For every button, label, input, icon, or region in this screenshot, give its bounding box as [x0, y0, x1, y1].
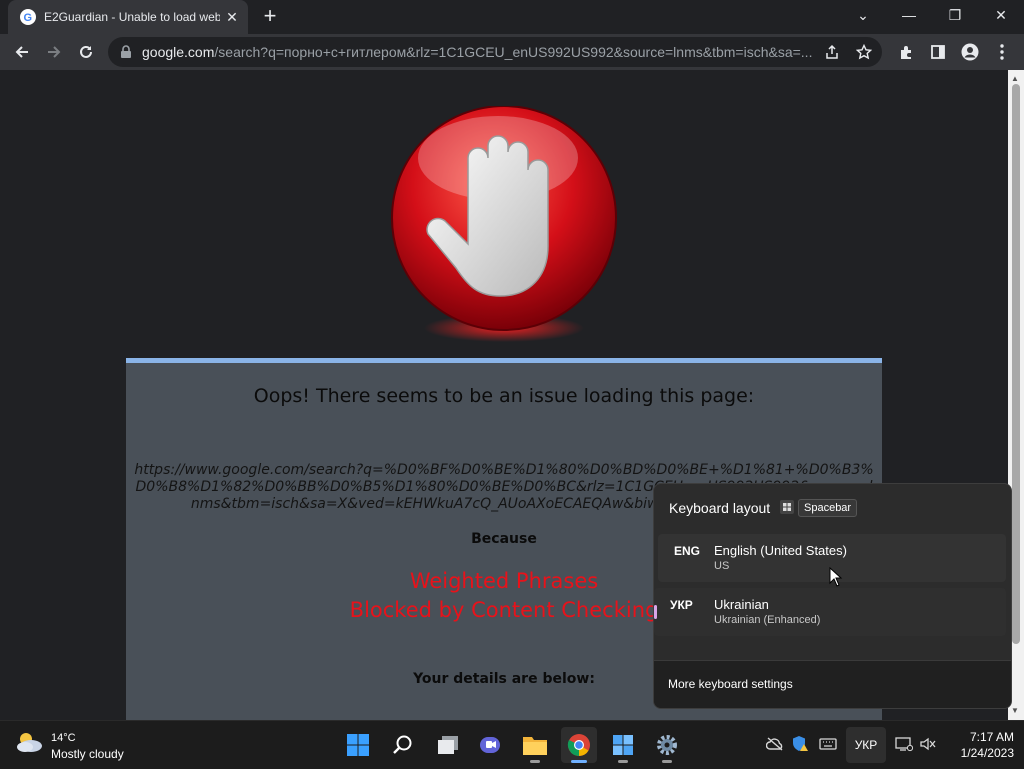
bookmark-star-icon[interactable] [850, 38, 878, 66]
input-language-indicator[interactable]: УКР [846, 727, 886, 763]
language-code: УКР [670, 598, 693, 612]
weather-temperature: 14°C [51, 732, 76, 744]
flyout-title: Keyboard layout [669, 500, 771, 516]
scroll-down-icon[interactable]: ▼ [1011, 706, 1019, 715]
active-indicator [571, 760, 587, 763]
tab-close-icon[interactable]: ✕ [224, 9, 240, 26]
browser-tab[interactable]: G E2Guardian - Unable to load web ✕ [8, 0, 248, 34]
svg-text:G: G [24, 12, 33, 23]
language-name: English (United States) [714, 543, 847, 558]
network-icon[interactable] [894, 734, 914, 754]
browser-toolbar: google.com/search?q=порно+с+гитлером&rlz… [0, 34, 1024, 70]
start-button[interactable] [340, 727, 376, 763]
more-keyboard-settings-link[interactable]: More keyboard settings [654, 660, 1011, 708]
tab-title: E2Guardian - Unable to load web [44, 10, 220, 24]
more-settings-label: More keyboard settings [668, 677, 793, 691]
new-tab-button[interactable]: + [258, 4, 282, 28]
running-indicator [530, 760, 540, 763]
teams-chat-button[interactable] [472, 727, 508, 763]
settings-button[interactable] [649, 727, 685, 763]
forward-button[interactable] [40, 38, 68, 66]
search-icon [393, 735, 412, 754]
scroll-up-icon[interactable]: ▲ [1011, 74, 1019, 83]
chrome-menu-icon[interactable] [988, 38, 1016, 66]
arrow-left-icon [15, 46, 28, 58]
address-bar[interactable]: google.com/search?q=порно+с+гитлером&rlz… [108, 37, 882, 67]
security-warning-icon[interactable] [790, 734, 810, 754]
windows-key-icon [780, 500, 794, 514]
file-explorer-button[interactable] [517, 727, 553, 763]
url-text: google.com/search?q=порно+с+гитлером&rlz… [142, 44, 812, 60]
chat-icon [480, 737, 500, 753]
windows-logo-icon [347, 734, 369, 756]
language-name: Ukrainian [714, 597, 769, 612]
arrow-right-icon [48, 46, 61, 58]
clock-date: 1/24/2023 [960, 746, 1014, 760]
profile-avatar-icon[interactable] [956, 38, 984, 66]
running-indicator [618, 760, 628, 763]
reload-button[interactable] [72, 38, 100, 66]
back-button[interactable] [8, 38, 36, 66]
side-panel-icon[interactable] [924, 38, 952, 66]
share-icon[interactable] [818, 38, 846, 66]
reload-icon [80, 45, 92, 58]
scrollbar-thumb[interactable] [1012, 84, 1020, 644]
task-view-button[interactable] [430, 727, 466, 763]
taskbar: 14°C Mostly cloudy УКР 7:17 AM 1/24/2023 [0, 720, 1024, 769]
extensions-icon[interactable] [892, 38, 920, 66]
weather-widget[interactable]: 14°C Mostly cloudy [14, 729, 124, 761]
url-host: google.com [142, 44, 215, 60]
windows-apps-icon [613, 735, 633, 755]
chrome-icon [567, 734, 590, 756]
cloudy-weather-icon [17, 733, 42, 752]
chrome-taskbar-button[interactable] [561, 727, 597, 763]
lock-icon [121, 45, 131, 58]
folder-icon [523, 737, 547, 755]
task-view-icon [438, 736, 458, 754]
language-option-ukr[interactable]: УКР Ukrainian Ukrainian (Enhanced) [654, 588, 1006, 636]
url-path: /search?q=порно+с+гитлером&rlz=1C1GCEU_e… [214, 44, 812, 60]
tab-strip: G E2Guardian - Unable to load web ✕ + ⌄ … [0, 0, 1024, 34]
store-button[interactable] [605, 727, 641, 763]
minimize-button[interactable]: — [886, 0, 932, 30]
error-headline: Oops! There seems to be an issue loading… [253, 385, 755, 407]
language-layout: US [714, 560, 730, 572]
search-button[interactable] [385, 727, 421, 763]
gear-icon [657, 735, 677, 755]
weather-condition: Mostly cloudy [51, 747, 124, 761]
restore-button[interactable]: ❐ [932, 0, 978, 30]
language-layout: Ukrainian (Enhanced) [714, 614, 821, 626]
touch-keyboard-icon[interactable] [818, 734, 838, 754]
mouse-cursor-icon [829, 567, 843, 587]
tab-search-icon[interactable]: ⌄ [840, 0, 886, 30]
onedrive-offline-icon[interactable] [765, 734, 785, 754]
keyboard-layout-flyout: Keyboard layout Spacebar ENG English (Un… [653, 483, 1012, 709]
google-favicon-icon: G [20, 9, 36, 25]
shortcut-key-badge: Spacebar [798, 499, 858, 517]
stop-hand-icon [391, 106, 617, 342]
selected-indicator [654, 605, 657, 619]
system-clock[interactable]: 7:17 AM 1/24/2023 [942, 729, 1014, 761]
close-window-button[interactable]: ✕ [978, 0, 1024, 30]
clock-time: 7:17 AM [969, 730, 1014, 744]
running-indicator [662, 760, 672, 763]
volume-muted-icon[interactable] [918, 734, 938, 754]
language-code: ENG [674, 544, 701, 558]
